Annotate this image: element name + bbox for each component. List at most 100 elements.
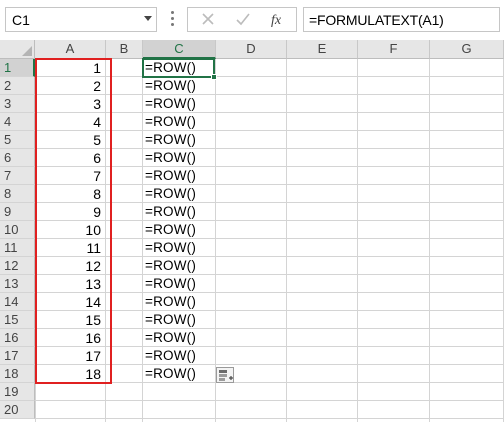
column-header-b[interactable]: B bbox=[106, 40, 143, 59]
cell-c5[interactable]: =ROW() bbox=[143, 131, 215, 149]
cell-c10[interactable]: =ROW() bbox=[143, 221, 215, 239]
row-header-19[interactable]: 19 bbox=[0, 383, 35, 401]
row-header-2[interactable]: 2 bbox=[0, 77, 35, 95]
cell-a6[interactable]: 6 bbox=[35, 149, 105, 167]
drag-handle-icon[interactable] bbox=[171, 11, 175, 27]
gridline bbox=[35, 382, 504, 383]
name-box-value: C1 bbox=[12, 12, 30, 28]
chevron-down-icon[interactable] bbox=[144, 16, 152, 21]
row-header-6[interactable]: 6 bbox=[0, 149, 35, 167]
cell-c8[interactable]: =ROW() bbox=[143, 185, 215, 203]
row-header-18[interactable]: 18 bbox=[0, 365, 35, 383]
cell-c12[interactable]: =ROW() bbox=[143, 257, 215, 275]
cell-a4[interactable]: 4 bbox=[35, 113, 105, 131]
gridline bbox=[357, 59, 358, 422]
row-header-3[interactable]: 3 bbox=[0, 95, 35, 113]
cell-c15[interactable]: =ROW() bbox=[143, 311, 215, 329]
gridline bbox=[286, 59, 287, 422]
cell-a11[interactable]: 11 bbox=[35, 239, 105, 257]
row-header-5[interactable]: 5 bbox=[0, 131, 35, 149]
cancel-button[interactable] bbox=[193, 8, 223, 31]
cell-c3[interactable]: =ROW() bbox=[143, 95, 215, 113]
row-header-9[interactable]: 9 bbox=[0, 203, 35, 221]
paste-options-button[interactable] bbox=[216, 367, 234, 383]
column-header-a[interactable]: A bbox=[35, 40, 106, 59]
select-all-icon bbox=[22, 46, 32, 56]
gridline bbox=[35, 184, 504, 185]
row-header-20[interactable]: 20 bbox=[0, 401, 35, 419]
gridline bbox=[429, 59, 430, 422]
cell-area[interactable]: 1 2 3 4 5 6 7 8 9 10 11 12 13 14 15 16 17 18 =ROW() =ROW() =… bbox=[0, 59, 504, 422]
cell-a8[interactable]: 8 bbox=[35, 185, 105, 203]
cell-c18[interactable]: =ROW() bbox=[143, 365, 215, 383]
cell-c14[interactable]: =ROW() bbox=[143, 293, 215, 311]
cell-c13[interactable]: =ROW() bbox=[143, 275, 215, 293]
gridline bbox=[35, 76, 504, 77]
cell-c11[interactable]: =ROW() bbox=[143, 239, 215, 257]
cell-c7[interactable]: =ROW() bbox=[143, 167, 215, 185]
enter-button[interactable] bbox=[228, 8, 258, 31]
cell-a12[interactable]: 12 bbox=[35, 257, 105, 275]
cell-a17[interactable]: 17 bbox=[35, 347, 105, 365]
cell-c6[interactable]: =ROW() bbox=[143, 149, 215, 167]
formula-buttons: fx bbox=[187, 7, 297, 32]
cell-a18[interactable]: 18 bbox=[35, 365, 105, 383]
cell-c16[interactable]: =ROW() bbox=[143, 329, 215, 347]
cell-a2[interactable]: 2 bbox=[35, 77, 105, 95]
cell-c9[interactable]: =ROW() bbox=[143, 203, 215, 221]
row-header-10[interactable]: 10 bbox=[0, 221, 35, 239]
gridline bbox=[35, 256, 504, 257]
cell-a16[interactable]: 16 bbox=[35, 329, 105, 347]
cell-a14[interactable]: 14 bbox=[35, 293, 105, 311]
gridline bbox=[35, 346, 504, 347]
column-headers: ABCDEFG bbox=[0, 40, 504, 59]
column-header-g[interactable]: G bbox=[430, 40, 504, 59]
cell-a10[interactable]: 10 bbox=[35, 221, 105, 239]
row-header-12[interactable]: 12 bbox=[0, 257, 35, 275]
cell-c1[interactable]: =ROW() bbox=[143, 59, 215, 77]
column-header-e[interactable]: E bbox=[287, 40, 358, 59]
gridline bbox=[35, 94, 504, 95]
row-header-4[interactable]: 4 bbox=[0, 113, 35, 131]
row-header-14[interactable]: 14 bbox=[0, 293, 35, 311]
cell-a5[interactable]: 5 bbox=[35, 131, 105, 149]
gridline bbox=[35, 364, 504, 365]
formula-input[interactable]: =FORMULATEXT(A1) bbox=[303, 7, 500, 32]
cell-a9[interactable]: 9 bbox=[35, 203, 105, 221]
gridline bbox=[35, 274, 504, 275]
gridline bbox=[35, 292, 504, 293]
column-header-d[interactable]: D bbox=[216, 40, 287, 59]
gridline bbox=[35, 148, 504, 149]
gridline bbox=[35, 328, 504, 329]
row-header-17[interactable]: 17 bbox=[0, 347, 35, 365]
formula-bar: C1 fx =FORMULATEXT(A1) bbox=[0, 0, 504, 38]
gridline bbox=[35, 112, 504, 113]
check-icon bbox=[236, 13, 250, 26]
gridline bbox=[35, 220, 504, 221]
row-header-8[interactable]: 8 bbox=[0, 185, 35, 203]
cell-c2[interactable]: =ROW() bbox=[143, 77, 215, 95]
cell-a1[interactable]: 1 bbox=[35, 59, 105, 77]
cell-a7[interactable]: 7 bbox=[35, 167, 105, 185]
row-header-15[interactable]: 15 bbox=[0, 311, 35, 329]
row-header-16[interactable]: 16 bbox=[0, 329, 35, 347]
insert-function-button[interactable]: fx bbox=[263, 8, 293, 31]
cell-c4[interactable]: =ROW() bbox=[143, 113, 215, 131]
formula-text: =FORMULATEXT(A1) bbox=[309, 12, 444, 28]
row-header-7[interactable]: 7 bbox=[0, 167, 35, 185]
cell-c17[interactable]: =ROW() bbox=[143, 347, 215, 365]
row-header-1[interactable]: 1 bbox=[0, 59, 35, 77]
gridline bbox=[35, 310, 504, 311]
select-all-button[interactable] bbox=[0, 40, 35, 59]
column-header-f[interactable]: F bbox=[358, 40, 430, 59]
name-box[interactable]: C1 bbox=[5, 7, 157, 32]
cell-a3[interactable]: 3 bbox=[35, 95, 105, 113]
row-header-11[interactable]: 11 bbox=[0, 239, 35, 257]
column-header-c[interactable]: C bbox=[143, 40, 216, 59]
fill-handle[interactable] bbox=[211, 74, 217, 80]
cell-a13[interactable]: 13 bbox=[35, 275, 105, 293]
gridline bbox=[35, 130, 504, 131]
gridline bbox=[35, 400, 504, 401]
row-header-13[interactable]: 13 bbox=[0, 275, 35, 293]
cell-a15[interactable]: 15 bbox=[35, 311, 105, 329]
